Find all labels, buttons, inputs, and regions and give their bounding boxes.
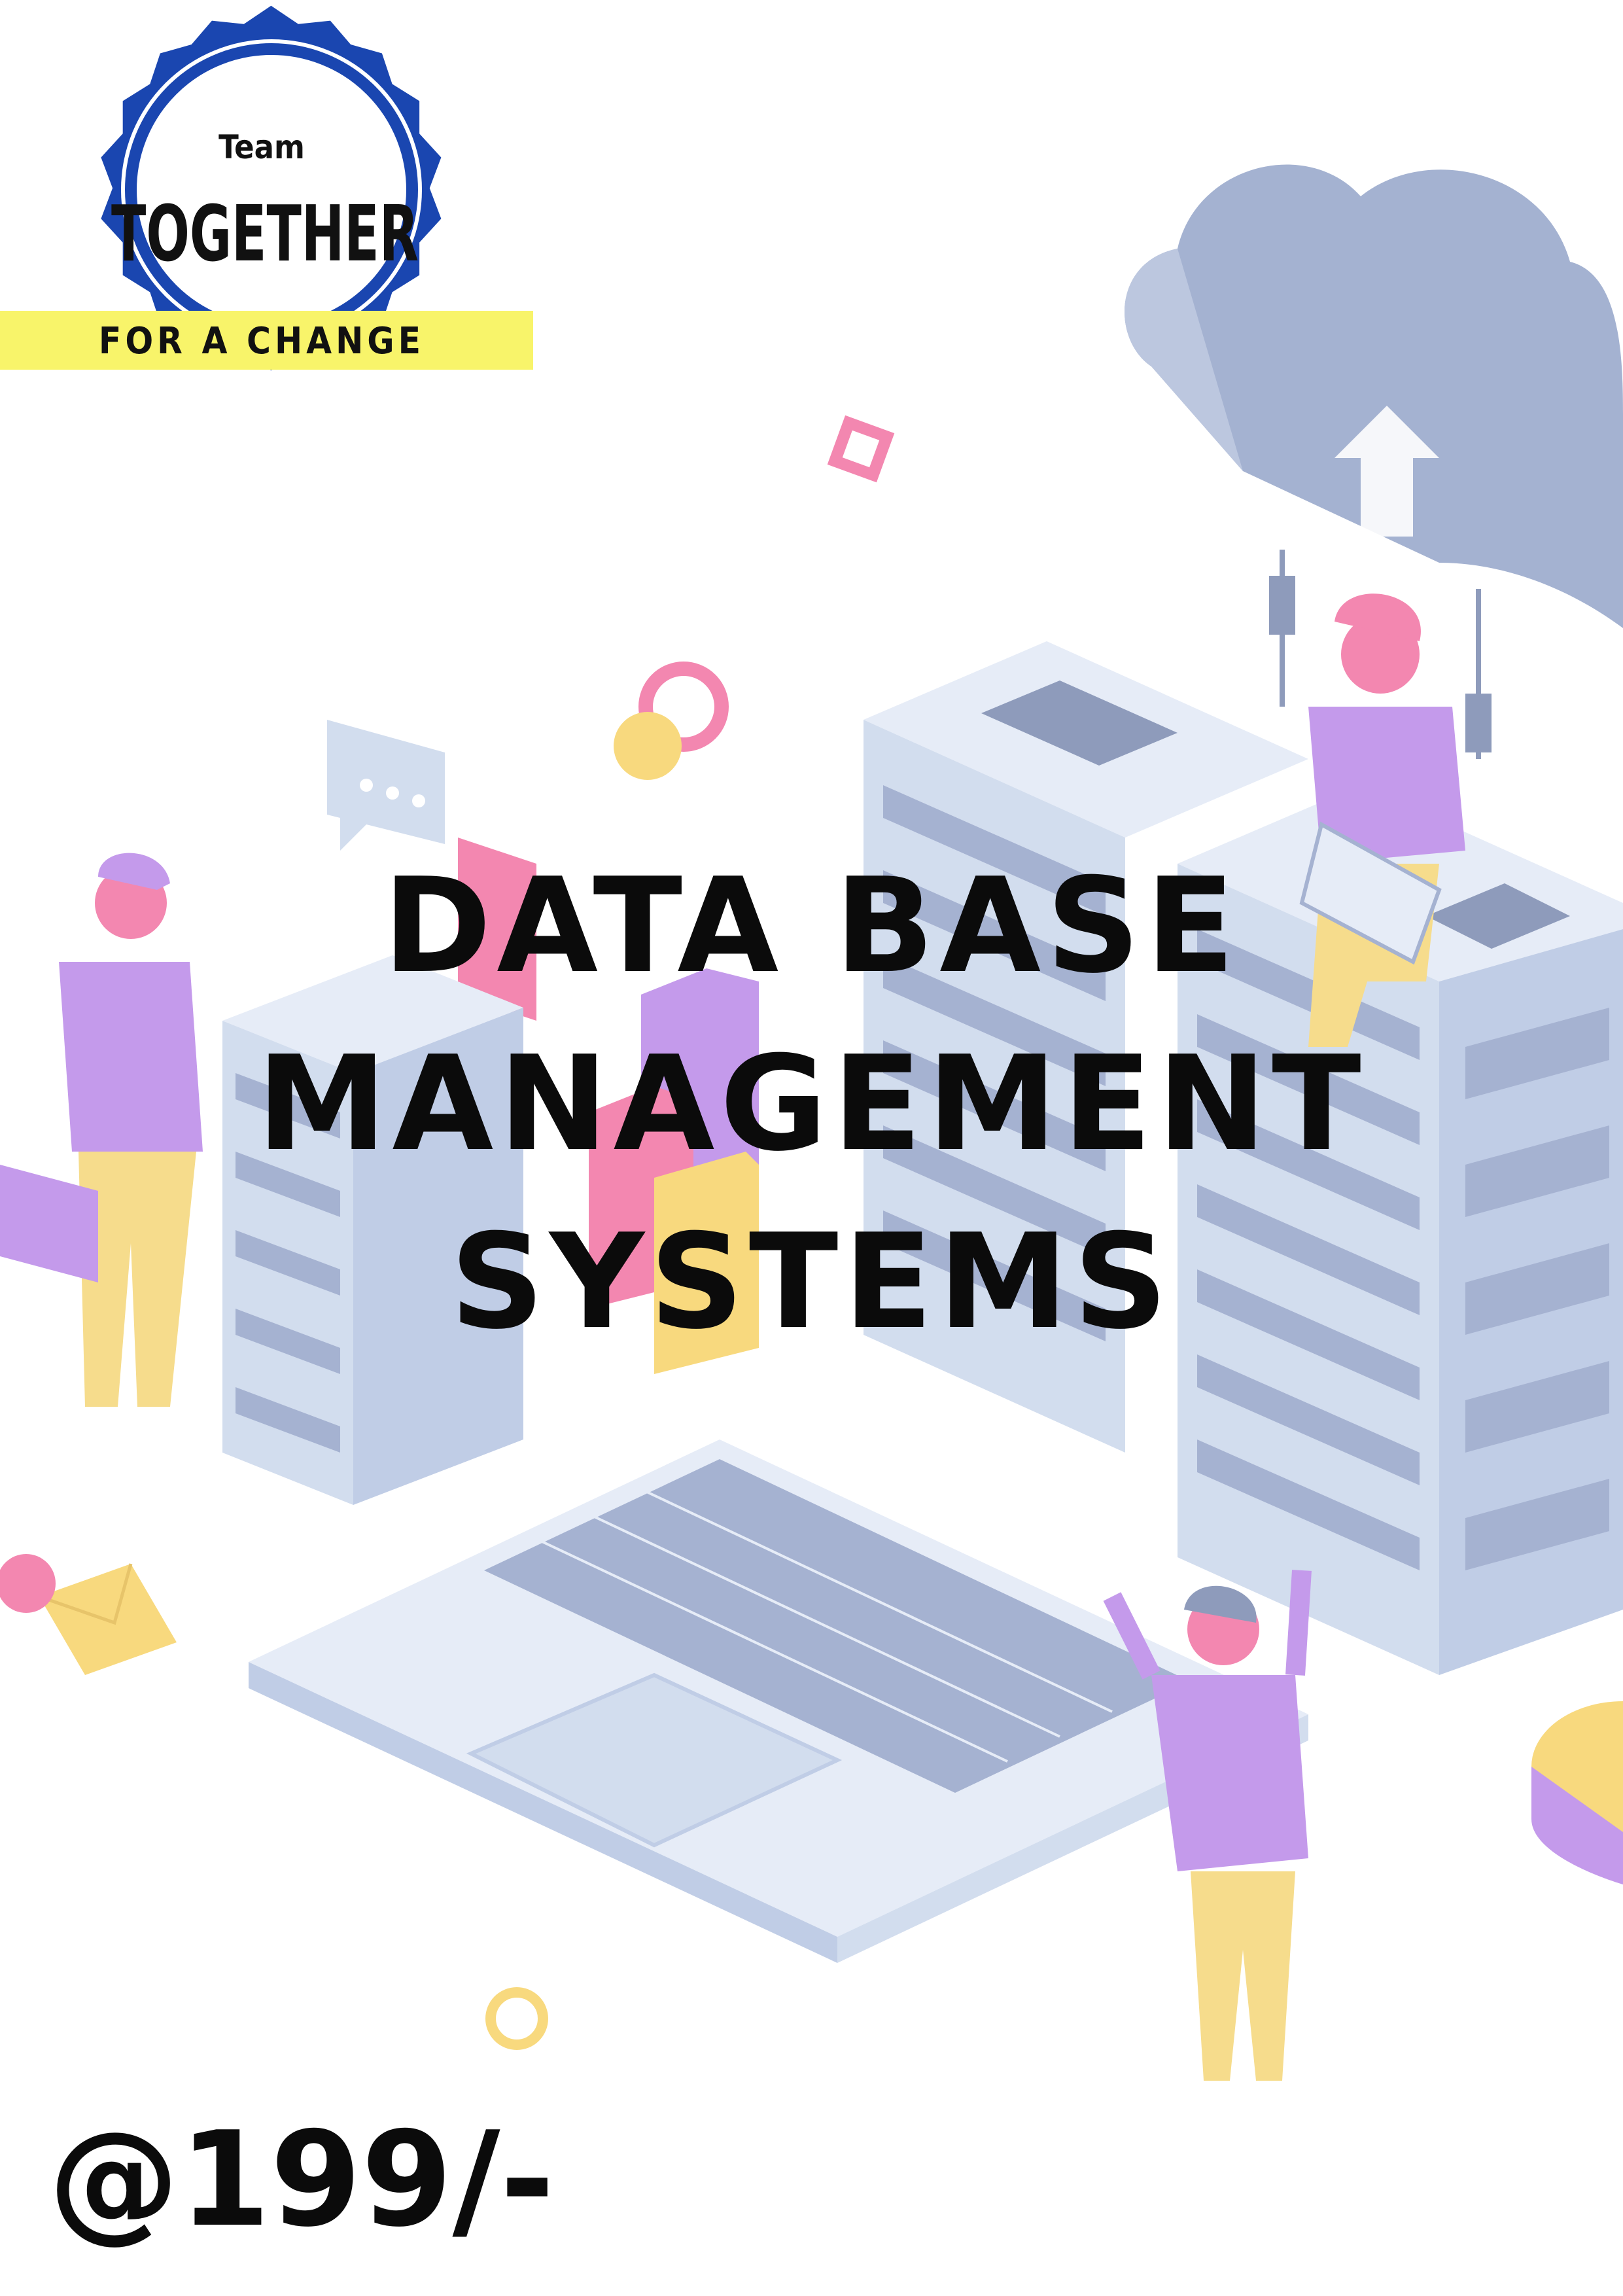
badge-ribbon-text: FOR A CHANGE	[99, 320, 425, 362]
person-bottom	[1103, 1570, 1312, 2081]
pie-chart-icon	[1531, 1701, 1623, 1884]
laptop-icon	[249, 1439, 1308, 1963]
badge-top-text: Team	[218, 128, 305, 166]
page-title: DATA BASE MANAGEMENT SYSTEMS	[0, 838, 1623, 1371]
square-outline-icon	[827, 415, 895, 483]
title-line-3: SYSTEMS	[449, 1206, 1174, 1358]
title-line-2: MANAGEMENT	[256, 1028, 1367, 1180]
envelope-icon	[0, 1554, 177, 1675]
team-badge: Team TOGETHER FOR A CHANGE	[0, 5, 533, 371]
badge-main-text: TOGETHER	[111, 188, 419, 279]
chat-bubble-icon	[327, 720, 445, 851]
price-label: @199/-	[48, 2104, 555, 2256]
dot-icon	[614, 712, 682, 780]
title-line-1: DATA BASE	[383, 850, 1240, 1002]
small-ring-icon	[485, 1987, 548, 2050]
